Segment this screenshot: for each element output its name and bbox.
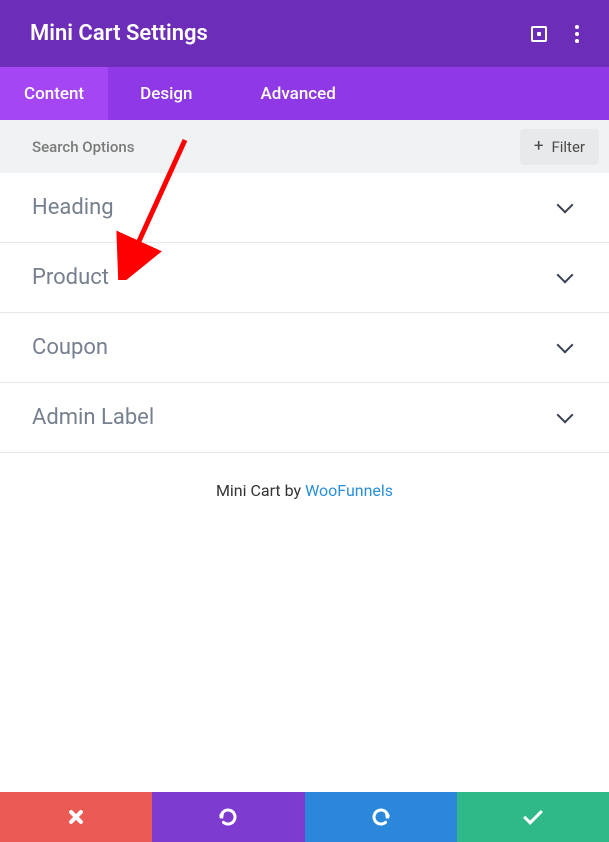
header-actions: [531, 25, 579, 43]
section-admin-label-label: Admin Label: [32, 405, 154, 430]
footer-prefix: Mini Cart by: [216, 481, 305, 500]
chevron-down-icon: [557, 337, 574, 354]
search-input[interactable]: [32, 138, 332, 156]
section-admin-label[interactable]: Admin Label: [0, 383, 609, 453]
section-product[interactable]: Product: [0, 243, 609, 313]
filter-button-label: Filter: [551, 138, 585, 156]
tab-content[interactable]: Content: [0, 67, 108, 120]
chevron-down-icon: [557, 407, 574, 424]
footer-credit: Mini Cart by WooFunnels: [0, 453, 609, 528]
tab-advanced[interactable]: Advanced: [225, 67, 372, 120]
header: Mini Cart Settings: [0, 0, 609, 67]
section-heading[interactable]: Heading: [0, 173, 609, 243]
chevron-down-icon: [557, 267, 574, 284]
filter-button[interactable]: + Filter: [520, 129, 599, 165]
check-icon: [523, 805, 543, 825]
plus-icon: +: [534, 138, 544, 155]
redo-button[interactable]: [305, 792, 457, 842]
save-button[interactable]: [457, 792, 609, 842]
close-button[interactable]: [0, 792, 152, 842]
section-coupon[interactable]: Coupon: [0, 313, 609, 383]
more-menu-icon[interactable]: [575, 25, 579, 43]
section-heading-label: Heading: [32, 195, 114, 220]
bottom-bar: [0, 792, 609, 842]
woofunnels-link[interactable]: WooFunnels: [305, 481, 393, 500]
redo-icon: [371, 807, 391, 827]
tab-design[interactable]: Design: [108, 67, 224, 120]
tabs: Content Design Advanced: [0, 67, 609, 120]
expand-icon[interactable]: [531, 26, 547, 42]
page-title: Mini Cart Settings: [30, 21, 208, 46]
undo-icon: [218, 807, 238, 827]
chevron-down-icon: [557, 197, 574, 214]
undo-button[interactable]: [152, 792, 304, 842]
section-coupon-label: Coupon: [32, 335, 108, 360]
close-icon: [69, 810, 84, 825]
section-product-label: Product: [32, 265, 109, 290]
search-bar: + Filter: [0, 120, 609, 173]
